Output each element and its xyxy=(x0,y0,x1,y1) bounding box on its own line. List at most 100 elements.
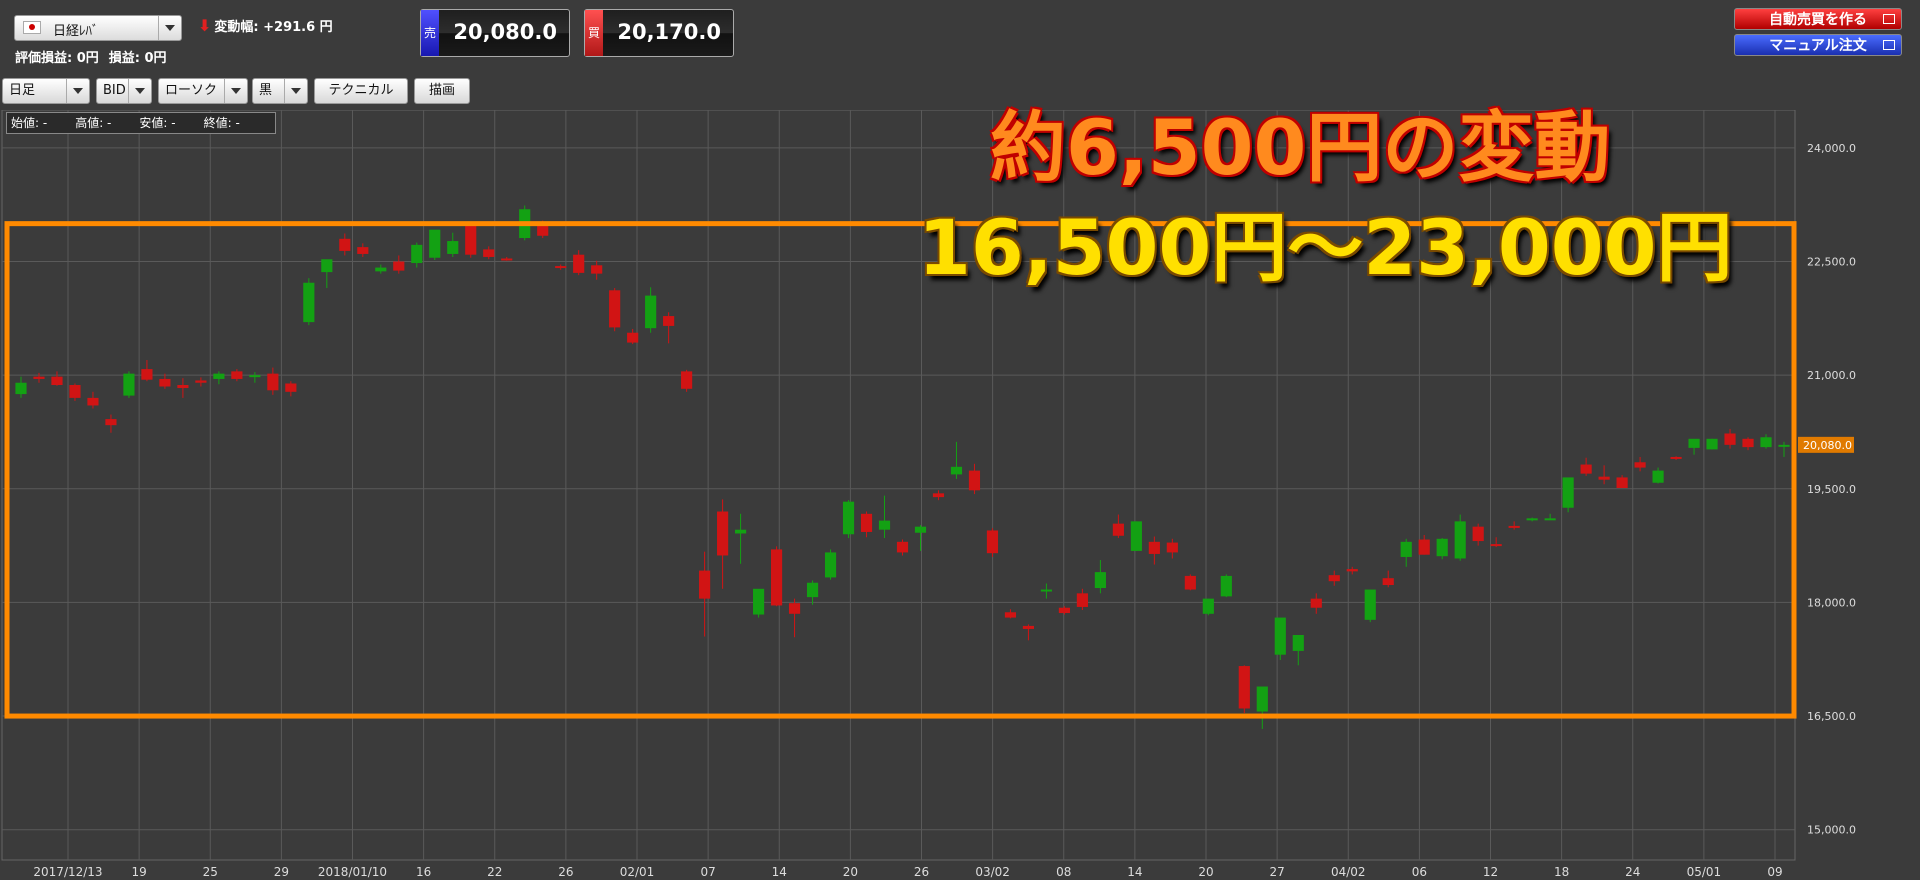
candle-body xyxy=(1130,521,1142,551)
candle-body xyxy=(1166,542,1178,553)
profit-loss: 評価損益: 0円 損益: 0円 xyxy=(15,47,177,66)
candle-body xyxy=(1004,612,1017,618)
chevron-down-icon[interactable] xyxy=(158,16,181,40)
candle-body xyxy=(1274,617,1286,655)
candle-body xyxy=(159,378,171,387)
candle-body xyxy=(1634,462,1646,468)
candle-body xyxy=(1220,575,1232,597)
x-tick-label: 06 xyxy=(1412,865,1427,879)
x-tick-label: 14 xyxy=(1127,865,1142,879)
x-tick-label: 24 xyxy=(1625,865,1640,879)
x-tick-label: 2018/01/10 xyxy=(318,865,387,879)
candle-body xyxy=(375,267,387,272)
chevron-down-icon[interactable] xyxy=(128,79,151,103)
sell-price-button[interactable]: 売 20,080.0 xyxy=(420,9,570,57)
candle-body xyxy=(1364,589,1376,620)
side-select[interactable]: BID xyxy=(96,78,152,104)
candle-body xyxy=(51,376,63,385)
valuation-pnl: 評価損益: 0円 xyxy=(15,51,99,66)
candle-body xyxy=(860,513,873,532)
candle-body xyxy=(1058,607,1070,614)
candle-body xyxy=(105,419,117,426)
candle-body xyxy=(1742,438,1754,448)
last-price-label: 20,080.0 xyxy=(1803,439,1852,452)
candle-body xyxy=(483,249,495,257)
candle-body xyxy=(932,493,945,498)
candle-body xyxy=(1580,464,1592,474)
period-value: 日足 xyxy=(9,83,36,98)
y-tick-label: 16,500.0 xyxy=(1807,710,1856,723)
candle-body xyxy=(123,373,135,396)
candle-body xyxy=(501,258,513,261)
candle-body xyxy=(1616,477,1628,489)
candle-body xyxy=(842,501,855,535)
period-select[interactable]: 日足 xyxy=(2,78,90,104)
ohlc-high: 高値: - xyxy=(75,116,112,130)
candle-body xyxy=(824,552,837,578)
x-tick-label: 08 xyxy=(1056,865,1071,879)
y-tick-label: 19,500.0 xyxy=(1807,483,1856,496)
chart-style-value: ローソク xyxy=(165,83,218,98)
x-tick-label: 26 xyxy=(914,865,929,879)
candle-body xyxy=(447,241,459,254)
candle-body xyxy=(1724,433,1736,445)
candle-body xyxy=(465,225,477,255)
chevron-down-icon[interactable] xyxy=(66,79,89,103)
buy-tag: 買 xyxy=(585,10,603,56)
candle-body xyxy=(1022,625,1035,629)
candle-body xyxy=(1778,444,1790,447)
x-tick-label: 19 xyxy=(131,865,146,879)
buy-price-button[interactable]: 買 20,170.0 xyxy=(584,9,734,57)
x-tick-label: 27 xyxy=(1269,865,1284,879)
chevron-down-icon[interactable] xyxy=(224,79,247,103)
y-tick-label: 15,000.0 xyxy=(1807,824,1856,837)
candle-body xyxy=(1562,477,1574,508)
theme-value: 黒 xyxy=(259,83,273,98)
theme-select[interactable]: 黒 xyxy=(252,78,308,104)
y-tick-label: 22,500.0 xyxy=(1807,256,1856,269)
candle-body xyxy=(645,295,657,329)
candle-body xyxy=(1760,437,1772,448)
price-change-label: 変動幅: +291.6 円 xyxy=(214,20,333,35)
x-tick-label: 26 xyxy=(558,865,573,879)
candle-body xyxy=(1652,470,1664,483)
buy-price: 20,170.0 xyxy=(617,20,721,44)
x-tick-label: 03/02 xyxy=(975,865,1010,879)
candle-body xyxy=(806,582,819,598)
candle-body xyxy=(249,375,261,378)
candle-body xyxy=(1688,438,1700,448)
overlay-headline: 約6,500円の変動 xyxy=(990,103,1611,192)
instrument-name: 日経ﾚﾊﾞ xyxy=(53,24,99,39)
candle-body xyxy=(1238,666,1250,709)
x-tick-label: 20 xyxy=(1198,865,1213,879)
candle-body xyxy=(393,261,405,271)
candle-body xyxy=(573,254,585,273)
candle-body xyxy=(1346,569,1358,572)
drawing-button[interactable]: 描画 xyxy=(414,78,470,104)
chevron-down-icon[interactable] xyxy=(284,79,307,103)
candle-body xyxy=(213,373,225,379)
top-bar: 日経ﾚﾊﾞ ⬇ 変動幅: +291.6 円 評価損益: 0円 損益: 0円 売 20… xyxy=(0,0,1920,74)
technical-button[interactable]: テクニカル xyxy=(314,78,408,104)
candle-body xyxy=(1382,578,1394,585)
candle-body xyxy=(321,259,333,273)
create-auto-trade-button[interactable]: 自動売買を作る xyxy=(1734,8,1902,30)
ohlc-open: 始値: - xyxy=(11,116,48,130)
x-tick-label: 05/01 xyxy=(1687,865,1722,879)
candle-body xyxy=(1490,544,1502,547)
candle-body xyxy=(141,369,153,380)
candle-body xyxy=(717,511,729,556)
candle-body xyxy=(231,371,243,379)
candle-body xyxy=(1454,521,1466,559)
candle-body xyxy=(1508,525,1520,528)
chart-style-select[interactable]: ローソク xyxy=(158,78,248,104)
instrument-select[interactable]: 日経ﾚﾊﾞ xyxy=(14,15,182,41)
x-tick-label: 12 xyxy=(1483,865,1498,879)
candle-body xyxy=(1670,456,1682,459)
candle-body xyxy=(591,265,603,274)
candle-body xyxy=(609,290,621,328)
candle-body xyxy=(681,371,693,389)
candle-body xyxy=(429,229,441,258)
candle-body xyxy=(753,588,765,615)
manual-order-button[interactable]: マニュアル注文 xyxy=(1734,34,1902,56)
